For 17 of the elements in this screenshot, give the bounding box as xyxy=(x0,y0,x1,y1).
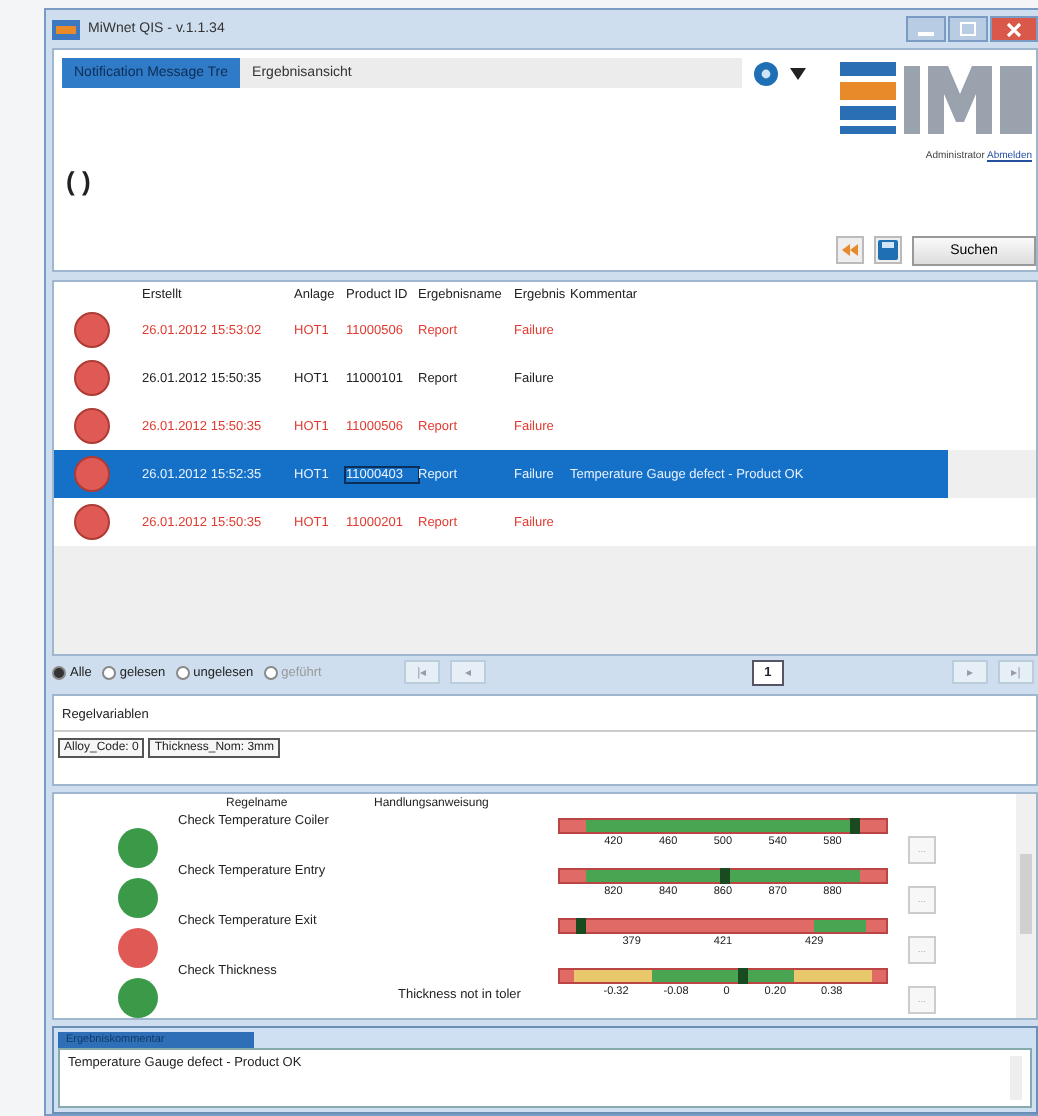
close-icon xyxy=(1006,21,1022,37)
filter-expression: ( ) xyxy=(64,164,93,200)
app-icon xyxy=(52,19,80,39)
close-button[interactable] xyxy=(990,16,1038,42)
dropdown-arrow-icon[interactable] xyxy=(790,68,806,80)
maximize-icon xyxy=(960,22,976,36)
minimize-button[interactable] xyxy=(906,16,946,42)
gauge-zone xyxy=(859,820,886,832)
save-icon xyxy=(878,240,898,260)
gauge-zone xyxy=(560,820,587,832)
rewind-icon xyxy=(840,242,860,258)
scrollbar[interactable] xyxy=(1016,794,1036,1018)
save-button[interactable] xyxy=(874,236,902,264)
logo-icon xyxy=(840,58,1032,138)
maximize-button[interactable] xyxy=(948,16,988,42)
info-icon[interactable] xyxy=(754,62,778,86)
reset-button[interactable] xyxy=(836,236,864,264)
